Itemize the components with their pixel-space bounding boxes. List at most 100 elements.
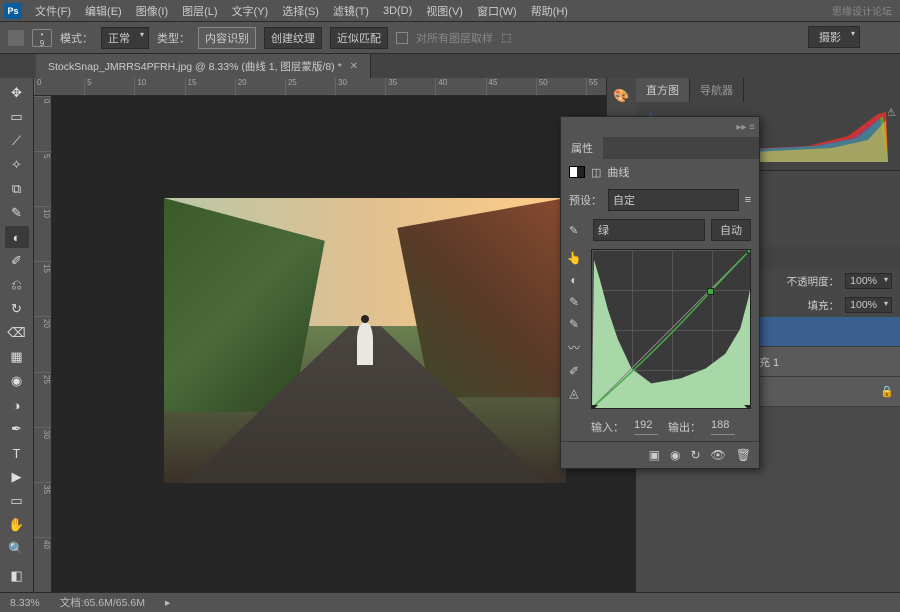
tab-properties[interactable]: 属性 [561, 137, 603, 159]
color-swatches[interactable]: ◧ [5, 562, 29, 590]
black-point-icon[interactable]: ✎ [569, 317, 579, 331]
magic-wand-tool[interactable]: ✧ [5, 154, 29, 176]
crop-tool[interactable]: ⧉ [5, 178, 29, 200]
histogram-panel-tabs: 直方图 导航器 [636, 78, 900, 102]
document-tab[interactable]: StockSnap_JMRRS4PFRH.jpg @ 8.33% (曲线 1, … [36, 54, 371, 78]
eraser-tool[interactable]: ⌫ [5, 322, 29, 344]
pen-tool[interactable]: ✒ [5, 418, 29, 440]
preset-dropdown[interactable]: 自定 [608, 189, 739, 211]
menu-image[interactable]: 图像(I) [129, 0, 175, 22]
document-size[interactable]: 文档:65.6M/65.6M [60, 595, 145, 610]
curves-io-row: 输入： 192 输出： 188 [561, 413, 759, 441]
menu-type[interactable]: 文字(Y) [225, 0, 276, 22]
main-area: ✥ ▭ ⟋ ✧ ⧉ ✎ ◐ ✐ ⎌ ↻ ⌫ ▦ ◉ ◑ ✒ T ▶ ▭ ✋ 🔍 … [0, 78, 900, 592]
type-tool[interactable]: T [5, 442, 29, 464]
previous-state-icon[interactable]: ◉ [670, 448, 680, 462]
menu-help[interactable]: 帮助(H) [524, 0, 575, 22]
properties-panel[interactable]: ▸▸ ≡ 属性 ◫ 曲线 预设： 自定 ≡ ✎ 绿 自动 👆 ◐ ✎ ✎ 〰 ✐… [560, 116, 760, 469]
menu-layer[interactable]: 图层(L) [175, 0, 224, 22]
blur-tool[interactable]: ◉ [5, 370, 29, 392]
mode-dropdown[interactable]: 正常 [101, 27, 149, 49]
clone-stamp-tool[interactable]: ⎌ [5, 274, 29, 296]
workspace-dropdown[interactable]: 摄影 [808, 26, 860, 48]
menu-select[interactable]: 选择(S) [275, 0, 326, 22]
auto-button[interactable]: 自动 [711, 219, 751, 241]
shape-tool[interactable]: ▭ [5, 490, 29, 512]
history-brush-tool[interactable]: ↻ [5, 298, 29, 320]
status-chevron-icon[interactable]: ▸ [165, 597, 170, 609]
mask-icon[interactable]: ◫ [591, 166, 601, 179]
eyedropper-tool[interactable]: ✎ [5, 202, 29, 224]
preset-menu-icon[interactable]: ≡ [745, 194, 751, 206]
menu-file[interactable]: 文件(F) [28, 0, 78, 22]
output-value[interactable]: 188 [711, 419, 735, 435]
curves-header: ◫ 曲线 [561, 159, 759, 185]
white-point-icon[interactable]: ◐ [570, 273, 577, 287]
input-value[interactable]: 192 [634, 419, 658, 435]
menu-view[interactable]: 视图(V) [419, 0, 470, 22]
opacity-label: 不透明度： [787, 274, 840, 289]
smooth-icon[interactable]: ✐ [569, 364, 579, 378]
curves-side-tools: 👆 ◐ ✎ ✎ 〰 ✐ ◬ [561, 245, 587, 413]
edit-points-icon[interactable]: ◬ [569, 386, 578, 400]
tab-histogram[interactable]: 直方图 [636, 78, 690, 102]
menu-edit[interactable]: 编辑(E) [78, 0, 129, 22]
move-tool[interactable]: ✥ [5, 82, 29, 104]
hand-tool[interactable]: ✋ [5, 514, 29, 536]
curves-title: 曲线 [607, 164, 629, 180]
menubar: Ps 文件(F) 编辑(E) 图像(I) 图层(L) 文字(Y) 选择(S) 滤… [0, 0, 900, 22]
pressure-icon[interactable]: ⬚ [501, 31, 511, 44]
opacity-dropdown[interactable]: 100% [845, 273, 892, 289]
reset-icon[interactable]: ↻ [690, 448, 700, 462]
brush-preset[interactable]: •9 [32, 29, 52, 47]
healing-brush-tool[interactable]: ◐ [5, 226, 29, 248]
curves-chart[interactable] [591, 249, 751, 409]
proximity-match-button[interactable]: 近似匹配 [330, 27, 388, 49]
sample-all-layers-checkbox[interactable] [396, 32, 408, 44]
clip-icon[interactable]: ▣ [649, 448, 660, 462]
path-select-tool[interactable]: ▶ [5, 466, 29, 488]
document-tab-title: StockSnap_JMRRS4PFRH.jpg @ 8.33% (曲线 1, … [48, 59, 342, 74]
tab-navigator[interactable]: 导航器 [690, 78, 744, 102]
menu-filter[interactable]: 滤镜(T) [326, 0, 376, 22]
curves-adjustment-icon [569, 166, 585, 178]
mode-label: 模式： [60, 30, 93, 46]
brush-tool[interactable]: ✐ [5, 250, 29, 272]
output-label: 输出： [668, 419, 701, 435]
input-label: 输入： [591, 419, 624, 435]
close-icon[interactable]: ✕ [350, 61, 358, 72]
eyedropper-icon[interactable]: ✎ [569, 224, 587, 237]
marquee-tool[interactable]: ▭ [5, 106, 29, 128]
gray-point-icon[interactable]: ✎ [569, 295, 579, 309]
zoom-tool[interactable]: 🔍 [5, 538, 29, 560]
canvas-area[interactable]: 0510152025303540455055 0510152025303540 [34, 78, 636, 592]
menu-3d[interactable]: 3D(D) [376, 2, 419, 20]
fill-dropdown[interactable]: 100% [845, 297, 892, 313]
document-tab-bar: StockSnap_JMRRS4PFRH.jpg @ 8.33% (曲线 1, … [0, 54, 900, 78]
visibility-icon[interactable]: 👁 [711, 448, 726, 462]
trash-icon[interactable]: 🗑 [736, 448, 751, 462]
zoom-level[interactable]: 8.33% [10, 597, 40, 609]
type-label: 类型： [157, 30, 190, 46]
panel-menu-icon[interactable]: ▸▸ ≡ [736, 122, 755, 133]
pencil-icon[interactable]: 〰 [568, 339, 580, 356]
fill-label: 填充： [808, 298, 840, 313]
ruler-horizontal: 0510152025303540455055 [34, 78, 636, 96]
healing-brush-icon[interactable] [8, 30, 24, 46]
document-image[interactable] [164, 198, 566, 483]
lasso-tool[interactable]: ⟋ [5, 130, 29, 152]
gradient-tool[interactable]: ▦ [5, 346, 29, 368]
color-panel-icon[interactable]: 🎨 [614, 88, 630, 104]
dodge-tool[interactable]: ◑ [5, 394, 29, 416]
on-image-icon[interactable]: 👆 [567, 251, 582, 265]
create-texture-button[interactable]: 创建纹理 [264, 27, 322, 49]
channel-dropdown[interactable]: 绿 [593, 219, 705, 241]
content-aware-button[interactable]: 内容识别 [198, 27, 256, 49]
properties-footer: ▣ ◉ ↻ 👁 🗑 [561, 441, 759, 468]
ruler-vertical: 0510152025303540 [34, 96, 52, 592]
watermark: 思缘设计论坛 [832, 3, 892, 18]
menu-window[interactable]: 窗口(W) [470, 0, 524, 22]
preset-label: 预设： [569, 192, 602, 208]
ps-logo: Ps [4, 3, 22, 19]
sample-all-layers-label: 对所有图层取样 [416, 30, 493, 46]
